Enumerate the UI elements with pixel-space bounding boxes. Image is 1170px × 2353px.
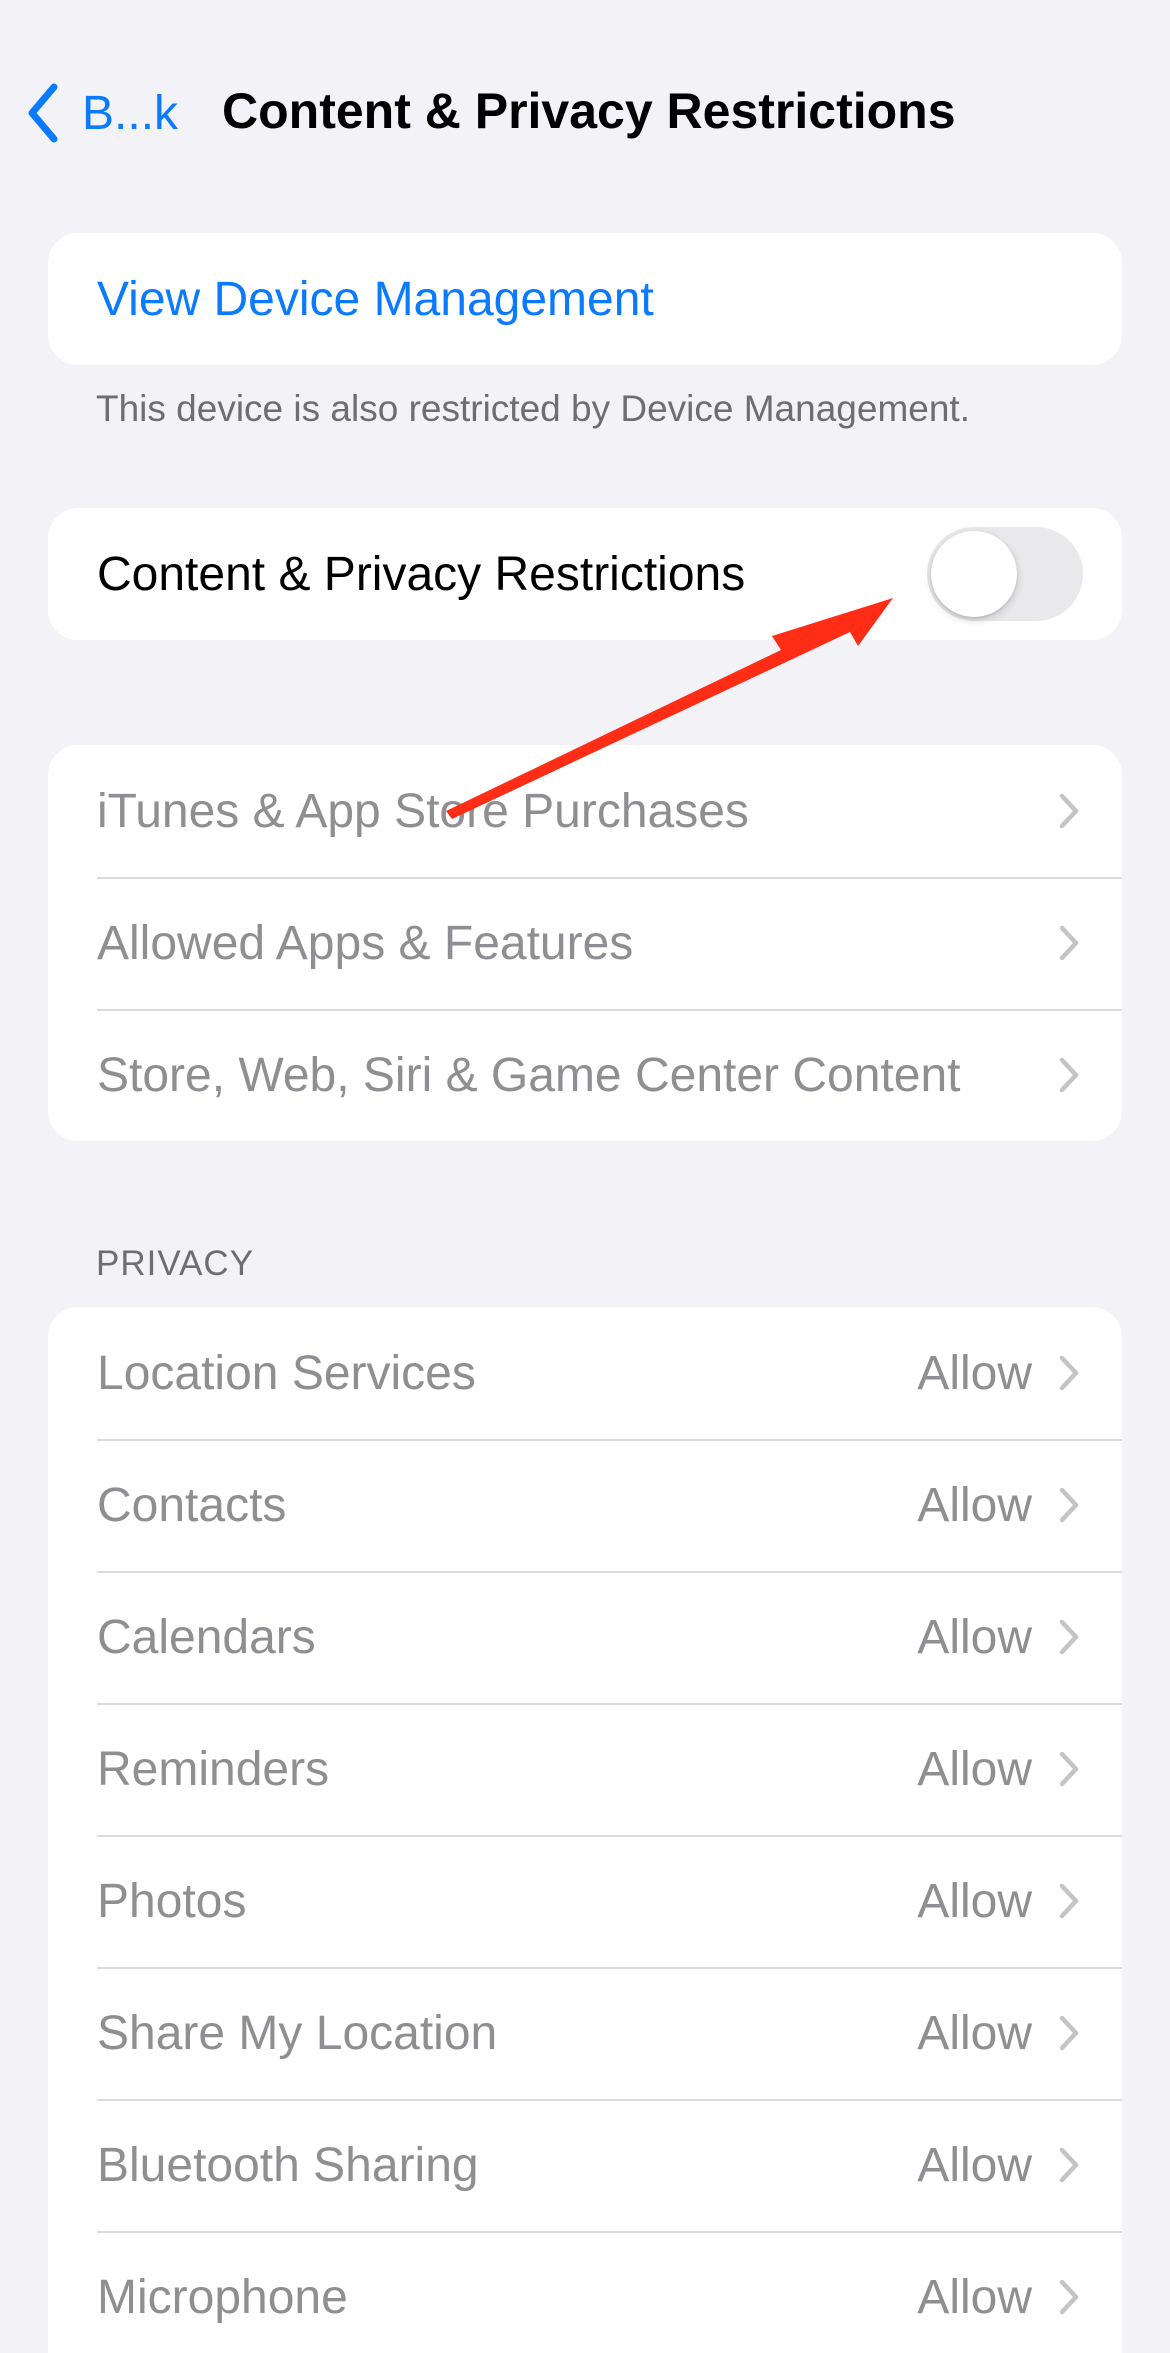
device-management-footnote: This device is also restricted by Device… bbox=[96, 388, 970, 429]
chevron-right-icon bbox=[1059, 1619, 1079, 1655]
chevron-right-icon bbox=[1059, 1751, 1079, 1787]
store-settings-card: iTunes & App Store Purchases Allowed App… bbox=[48, 745, 1122, 1141]
list-item-microphone[interactable]: Microphone Allow bbox=[48, 2231, 1122, 2353]
privacy-section-header: PRIVACY bbox=[96, 1244, 255, 1283]
list-item-contacts[interactable]: Contacts Allow bbox=[48, 1439, 1122, 1571]
chevron-right-icon bbox=[1059, 925, 1079, 961]
chevron-right-icon bbox=[1059, 1355, 1079, 1391]
chevron-right-icon bbox=[1059, 1883, 1079, 1919]
list-item-allowed-apps-features[interactable]: Allowed Apps & Features bbox=[48, 877, 1122, 1009]
list-item-label: Bluetooth Sharing bbox=[97, 2138, 479, 2192]
view-device-management-label: View Device Management bbox=[97, 272, 654, 326]
list-item-value: Allow bbox=[917, 2138, 1032, 2192]
list-item-store-web-siri-game-center[interactable]: Store, Web, Siri & Game Center Content bbox=[48, 1009, 1122, 1141]
list-item-label: Location Services bbox=[97, 1346, 476, 1400]
chevron-left-icon bbox=[28, 83, 58, 143]
list-item-label: Contacts bbox=[97, 1478, 287, 1532]
chevron-right-icon bbox=[1059, 2015, 1079, 2051]
list-item-label: Allowed Apps & Features bbox=[97, 916, 634, 970]
back-label: B...k bbox=[82, 86, 179, 140]
list-item-value: Allow bbox=[917, 1874, 1032, 1928]
list-item-calendars[interactable]: Calendars Allow bbox=[48, 1571, 1122, 1703]
privacy-card: Location Services Allow Contacts Allow C… bbox=[48, 1307, 1122, 2353]
list-item-label: iTunes & App Store Purchases bbox=[97, 784, 749, 838]
back-button[interactable]: B...k bbox=[24, 78, 178, 148]
device-management-card: View Device Management bbox=[48, 233, 1122, 365]
view-device-management-link[interactable]: View Device Management bbox=[48, 233, 1122, 365]
list-item-label: Photos bbox=[97, 1874, 247, 1928]
content-privacy-toggle-label: Content & Privacy Restrictions bbox=[97, 547, 746, 601]
list-item-share-my-location[interactable]: Share My Location Allow bbox=[48, 1967, 1122, 2099]
list-item-value: Allow bbox=[917, 1610, 1032, 1664]
list-item-location-services[interactable]: Location Services Allow bbox=[48, 1307, 1122, 1439]
list-item-photos[interactable]: Photos Allow bbox=[48, 1835, 1122, 1967]
content-privacy-toggle-row: Content & Privacy Restrictions bbox=[48, 508, 1122, 640]
list-item-bluetooth-sharing[interactable]: Bluetooth Sharing Allow bbox=[48, 2099, 1122, 2231]
list-item-reminders[interactable]: Reminders Allow bbox=[48, 1703, 1122, 1835]
chevron-right-icon bbox=[1059, 2279, 1079, 2315]
list-item-label: Store, Web, Siri & Game Center Content bbox=[97, 1048, 961, 1102]
master-toggle-card: Content & Privacy Restrictions bbox=[48, 508, 1122, 640]
list-item-value: Allow bbox=[917, 2270, 1032, 2324]
chevron-right-icon bbox=[1059, 1487, 1079, 1523]
chevron-right-icon bbox=[1059, 1057, 1079, 1093]
page-title: Content & Privacy Restrictions bbox=[222, 83, 956, 139]
toggle-knob bbox=[931, 531, 1017, 617]
list-item-value: Allow bbox=[917, 1742, 1032, 1796]
list-item-label: Calendars bbox=[97, 1610, 316, 1664]
content-privacy-toggle[interactable] bbox=[927, 527, 1083, 621]
list-item-value: Allow bbox=[917, 1478, 1032, 1532]
chevron-right-icon bbox=[1059, 2147, 1079, 2183]
navigation-bar: B...k Content & Privacy Restrictions bbox=[0, 0, 1170, 228]
chevron-right-icon bbox=[1059, 793, 1079, 829]
screen: B...k Content & Privacy Restrictions Vie… bbox=[0, 0, 1170, 2353]
list-item-label: Reminders bbox=[97, 1742, 330, 1796]
list-item-itunes-app-store-purchases[interactable]: iTunes & App Store Purchases bbox=[48, 745, 1122, 877]
list-item-label: Microphone bbox=[97, 2270, 348, 2324]
list-item-label: Share My Location bbox=[97, 2006, 498, 2060]
list-item-value: Allow bbox=[917, 2006, 1032, 2060]
list-item-value: Allow bbox=[917, 1346, 1032, 1400]
